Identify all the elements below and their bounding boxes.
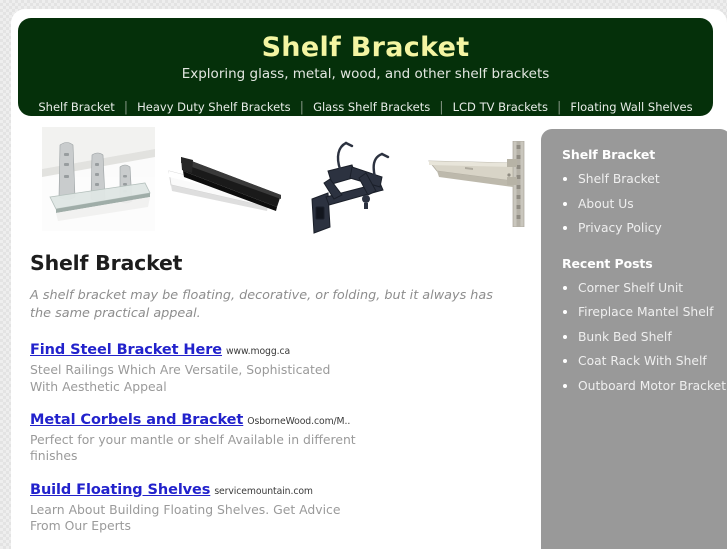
glass-shelf-with-chrome-brackets-image (42, 127, 155, 231)
sidebar-pages-list: Shelf Bracket About Us Privacy Policy (562, 172, 727, 236)
sidebar-recent-posts-list: Corner Shelf Unit Fireplace Mantel Shelf… (562, 281, 727, 394)
main-content: Shelf Bracket A shelf bracket may be flo… (30, 127, 542, 549)
lcd-tv-wall-mount-bracket-image (306, 137, 411, 235)
ad-heading: Build Floating Shelves servicemountain.co… (30, 480, 542, 499)
ad-title-link[interactable]: Build Floating Shelves (30, 482, 210, 498)
ad-item: Find Steel Bracket Here www.mogg.ca Steel… (30, 340, 542, 395)
primary-navigation: Shelf Bracket | Heavy Duty Shelf Bracket… (18, 100, 713, 114)
ad-domain: www.mogg.ca (226, 346, 291, 358)
sidebar: Shelf Bracket Shelf Bracket About Us Pri… (541, 129, 727, 549)
ad-heading: Metal Corbels and Bracket OsborneWood.com… (30, 410, 542, 429)
list-item: Coat Rack With Shelf (562, 354, 727, 369)
nav-link-lcd-tv-brackets[interactable]: LCD TV Brackets (444, 100, 557, 114)
page-title: Shelf Bracket (30, 251, 183, 275)
list-item: Bunk Bed Shelf (562, 330, 727, 345)
site-tagline: Exploring glass, metal, wood, and other … (181, 66, 550, 83)
site-header: Shelf Bracket Exploring glass, metal, wo… (18, 18, 713, 116)
sidebar-item-bunk-bed-shelf[interactable]: Bunk Bed Shelf (578, 330, 672, 344)
sidebar-item-corner-shelf-unit[interactable]: Corner Shelf Unit (578, 281, 683, 295)
nav-link-floating-wall-shelves[interactable]: Floating Wall Shelves (561, 100, 701, 114)
ad-title-link[interactable]: Find Steel Bracket Here (30, 342, 222, 358)
ad-heading: Find Steel Bracket Here www.mogg.ca (30, 340, 542, 359)
sidebar-item-coat-rack-with-shelf[interactable]: Coat Rack With Shelf (578, 354, 707, 368)
page-panel: Shelf Bracket Exploring glass, metal, wo… (11, 9, 727, 549)
site-title: Shelf Bracket (261, 32, 470, 63)
thumbnail-strip (30, 127, 538, 235)
ad-domain: OsborneWood.com/M.. (247, 416, 351, 427)
sponsored-links-block: Find Steel Bracket Here www.mogg.ca Steel… (30, 340, 542, 549)
sidebar-item-outboard-motor-bracket[interactable]: Outboard Motor Bracket (578, 379, 726, 393)
nav-link-glass-shelf-brackets[interactable]: Glass Shelf Brackets (304, 100, 439, 114)
sidebar-heading-recent-posts: Recent Posts (562, 255, 653, 271)
ad-description: Learn About Building Floating Shelves. G… (30, 501, 341, 533)
black-and-white-floating-shelf-brackets-image (165, 151, 291, 219)
sidebar-item-about-us[interactable]: About Us (578, 197, 634, 211)
metal-shelf-bracket-on-rail-image (425, 141, 538, 227)
sidebar-heading-pages: Shelf Bracket (562, 147, 656, 162)
page-intro-text: A shelf bracket may be floating, decorat… (30, 288, 493, 321)
ad-description: Perfect for your mantle or shelf Availab… (30, 431, 356, 464)
list-item: Fireplace Mantel Shelf (562, 305, 727, 320)
ad-description: Steel Railings Which Are Versatile, Soph… (30, 362, 331, 394)
list-item: Shelf Bracket (562, 172, 727, 187)
ad-title-link[interactable]: Metal Corbels and Bracket (30, 412, 243, 428)
sidebar-item-fireplace-mantel-shelf[interactable]: Fireplace Mantel Shelf (578, 305, 714, 319)
nav-link-heavy-duty-shelf-brackets[interactable]: Heavy Duty Shelf Brackets (128, 100, 300, 114)
ad-domain: servicemountain.com (214, 485, 313, 497)
list-item: Privacy Policy (562, 221, 727, 236)
list-item: Outboard Motor Bracket (562, 379, 727, 394)
ad-item: Metal Corbels and Bracket OsborneWood.com… (30, 410, 542, 465)
sidebar-item-privacy-policy[interactable]: Privacy Policy (578, 221, 662, 235)
list-item: About Us (562, 197, 727, 212)
list-item: Corner Shelf Unit (562, 281, 727, 296)
nav-link-shelf-bracket[interactable]: Shelf Bracket (29, 100, 123, 114)
ad-item: Build Floating Shelves servicemountain.co… (30, 480, 542, 535)
sidebar-item-shelf-bracket[interactable]: Shelf Bracket (578, 172, 660, 186)
